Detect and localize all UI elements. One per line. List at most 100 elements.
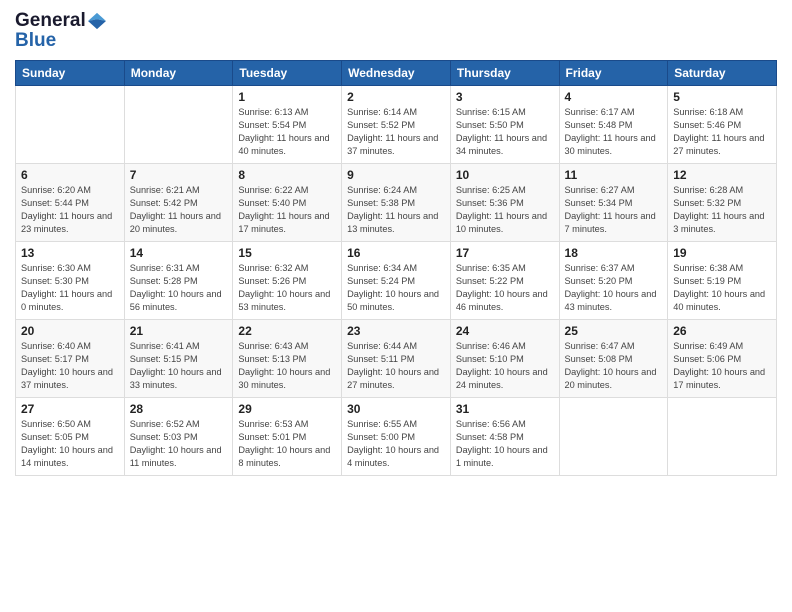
weekday-header-row: SundayMondayTuesdayWednesdayThursdayFrid… xyxy=(16,61,777,86)
day-info: Sunrise: 6:28 AMSunset: 5:32 PMDaylight:… xyxy=(673,184,771,236)
day-cell xyxy=(559,398,668,476)
day-info: Sunrise: 6:32 AMSunset: 5:26 PMDaylight:… xyxy=(238,262,336,314)
logo: General Blue xyxy=(15,10,106,52)
day-number: 20 xyxy=(21,324,119,338)
day-cell xyxy=(16,86,125,164)
day-info: Sunrise: 6:38 AMSunset: 5:19 PMDaylight:… xyxy=(673,262,771,314)
day-cell: 23 Sunrise: 6:44 AMSunset: 5:11 PMDayligh… xyxy=(342,320,451,398)
day-number: 13 xyxy=(21,246,119,260)
weekday-header-tuesday: Tuesday xyxy=(233,61,342,86)
day-cell: 9 Sunrise: 6:24 AMSunset: 5:38 PMDaylight… xyxy=(342,164,451,242)
day-number: 17 xyxy=(456,246,554,260)
week-row-3: 13 Sunrise: 6:30 AMSunset: 5:30 PMDayligh… xyxy=(16,242,777,320)
day-cell: 1Sunrise: 6:13 AMSunset: 5:54 PMDaylight… xyxy=(233,86,342,164)
day-number: 16 xyxy=(347,246,445,260)
day-info: Sunrise: 6:34 AMSunset: 5:24 PMDaylight:… xyxy=(347,262,445,314)
day-cell: 6Sunrise: 6:20 AMSunset: 5:44 PMDaylight… xyxy=(16,164,125,242)
day-info: Sunrise: 6:13 AMSunset: 5:54 PMDaylight:… xyxy=(238,106,336,158)
day-info: Sunrise: 6:44 AMSunset: 5:11 PMDaylight:… xyxy=(347,340,445,392)
calendar-table: SundayMondayTuesdayWednesdayThursdayFrid… xyxy=(15,60,777,476)
day-number: 11 xyxy=(565,168,663,182)
day-info: Sunrise: 6:24 AMSunset: 5:38 PMDaylight:… xyxy=(347,184,445,236)
day-number: 30 xyxy=(347,402,445,416)
day-number: 24 xyxy=(456,324,554,338)
day-number: 29 xyxy=(238,402,336,416)
day-number: 5 xyxy=(673,90,771,104)
day-cell: 19 Sunrise: 6:38 AMSunset: 5:19 PMDayligh… xyxy=(668,242,777,320)
day-info: Sunrise: 6:14 AMSunset: 5:52 PMDaylight:… xyxy=(347,106,445,158)
day-info: Sunrise: 6:18 AMSunset: 5:46 PMDaylight:… xyxy=(673,106,771,158)
day-number: 15 xyxy=(238,246,336,260)
day-cell xyxy=(124,86,233,164)
day-cell: 4Sunrise: 6:17 AMSunset: 5:48 PMDaylight… xyxy=(559,86,668,164)
day-number: 10 xyxy=(456,168,554,182)
day-number: 4 xyxy=(565,90,663,104)
day-cell: 22Sunrise: 6:43 AMSunset: 5:13 PMDayligh… xyxy=(233,320,342,398)
day-info: Sunrise: 6:31 AMSunset: 5:28 PMDaylight:… xyxy=(130,262,228,314)
day-number: 9 xyxy=(347,168,445,182)
day-number: 3 xyxy=(456,90,554,104)
day-cell: 3 Sunrise: 6:15 AMSunset: 5:50 PMDaylight… xyxy=(450,86,559,164)
day-number: 28 xyxy=(130,402,228,416)
day-info: Sunrise: 6:49 AMSunset: 5:06 PMDaylight:… xyxy=(673,340,771,392)
day-number: 2 xyxy=(347,90,445,104)
day-cell: 30 Sunrise: 6:55 AMSunset: 5:00 PMDayligh… xyxy=(342,398,451,476)
day-number: 22 xyxy=(238,324,336,338)
logo-bird-icon xyxy=(88,12,106,30)
day-cell: 14Sunrise: 6:31 AMSunset: 5:28 PMDayligh… xyxy=(124,242,233,320)
week-row-5: 27Sunrise: 6:50 AMSunset: 5:05 PMDayligh… xyxy=(16,398,777,476)
day-cell: 17 Sunrise: 6:35 AMSunset: 5:22 PMDayligh… xyxy=(450,242,559,320)
day-info: Sunrise: 6:47 AMSunset: 5:08 PMDaylight:… xyxy=(565,340,663,392)
day-info: Sunrise: 6:37 AMSunset: 5:20 PMDaylight:… xyxy=(565,262,663,314)
weekday-header-wednesday: Wednesday xyxy=(342,61,451,86)
day-cell: 29Sunrise: 6:53 AMSunset: 5:01 PMDayligh… xyxy=(233,398,342,476)
logo-wordmark: General xyxy=(15,10,106,32)
day-cell: 28 Sunrise: 6:52 AMSunset: 5:03 PMDayligh… xyxy=(124,398,233,476)
calendar-container: General Blue SundayMondayTuesdayWednesda… xyxy=(0,0,792,612)
weekday-header-thursday: Thursday xyxy=(450,61,559,86)
day-number: 21 xyxy=(130,324,228,338)
day-cell: 21 Sunrise: 6:41 AMSunset: 5:15 PMDayligh… xyxy=(124,320,233,398)
day-cell: 7 Sunrise: 6:21 AMSunset: 5:42 PMDaylight… xyxy=(124,164,233,242)
day-info: Sunrise: 6:41 AMSunset: 5:15 PMDaylight:… xyxy=(130,340,228,392)
day-number: 26 xyxy=(673,324,771,338)
day-info: Sunrise: 6:21 AMSunset: 5:42 PMDaylight:… xyxy=(130,184,228,236)
day-info: Sunrise: 6:15 AMSunset: 5:50 PMDaylight:… xyxy=(456,106,554,158)
day-cell: 11 Sunrise: 6:27 AMSunset: 5:34 PMDayligh… xyxy=(559,164,668,242)
day-info: Sunrise: 6:40 AMSunset: 5:17 PMDaylight:… xyxy=(21,340,119,392)
day-info: Sunrise: 6:27 AMSunset: 5:34 PMDaylight:… xyxy=(565,184,663,236)
day-cell: 27Sunrise: 6:50 AMSunset: 5:05 PMDayligh… xyxy=(16,398,125,476)
day-info: Sunrise: 6:52 AMSunset: 5:03 PMDaylight:… xyxy=(130,418,228,470)
logo-blue-text: Blue xyxy=(15,30,56,52)
day-cell: 5 Sunrise: 6:18 AMSunset: 5:46 PMDaylight… xyxy=(668,86,777,164)
day-number: 7 xyxy=(130,168,228,182)
day-number: 25 xyxy=(565,324,663,338)
day-info: Sunrise: 6:50 AMSunset: 5:05 PMDaylight:… xyxy=(21,418,119,470)
weekday-header-sunday: Sunday xyxy=(16,61,125,86)
week-row-2: 6Sunrise: 6:20 AMSunset: 5:44 PMDaylight… xyxy=(16,164,777,242)
day-cell: 2 Sunrise: 6:14 AMSunset: 5:52 PMDaylight… xyxy=(342,86,451,164)
day-info: Sunrise: 6:55 AMSunset: 5:00 PMDaylight:… xyxy=(347,418,445,470)
day-info: Sunrise: 6:30 AMSunset: 5:30 PMDaylight:… xyxy=(21,262,119,314)
day-cell: 15 Sunrise: 6:32 AMSunset: 5:26 PMDayligh… xyxy=(233,242,342,320)
header: General Blue xyxy=(15,10,777,52)
day-cell xyxy=(668,398,777,476)
weekday-header-monday: Monday xyxy=(124,61,233,86)
day-number: 8 xyxy=(238,168,336,182)
weekday-header-friday: Friday xyxy=(559,61,668,86)
day-info: Sunrise: 6:35 AMSunset: 5:22 PMDaylight:… xyxy=(456,262,554,314)
day-number: 6 xyxy=(21,168,119,182)
day-number: 19 xyxy=(673,246,771,260)
day-info: Sunrise: 6:22 AMSunset: 5:40 PMDaylight:… xyxy=(238,184,336,236)
day-cell: 8 Sunrise: 6:22 AMSunset: 5:40 PMDaylight… xyxy=(233,164,342,242)
weekday-header-saturday: Saturday xyxy=(668,61,777,86)
day-number: 23 xyxy=(347,324,445,338)
week-row-1: 1Sunrise: 6:13 AMSunset: 5:54 PMDaylight… xyxy=(16,86,777,164)
day-number: 12 xyxy=(673,168,771,182)
day-cell: 25 Sunrise: 6:47 AMSunset: 5:08 PMDayligh… xyxy=(559,320,668,398)
day-cell: 12 Sunrise: 6:28 AMSunset: 5:32 PMDayligh… xyxy=(668,164,777,242)
day-cell: 20 Sunrise: 6:40 AMSunset: 5:17 PMDayligh… xyxy=(16,320,125,398)
day-cell: 18Sunrise: 6:37 AMSunset: 5:20 PMDayligh… xyxy=(559,242,668,320)
week-row-4: 20 Sunrise: 6:40 AMSunset: 5:17 PMDayligh… xyxy=(16,320,777,398)
day-number: 31 xyxy=(456,402,554,416)
